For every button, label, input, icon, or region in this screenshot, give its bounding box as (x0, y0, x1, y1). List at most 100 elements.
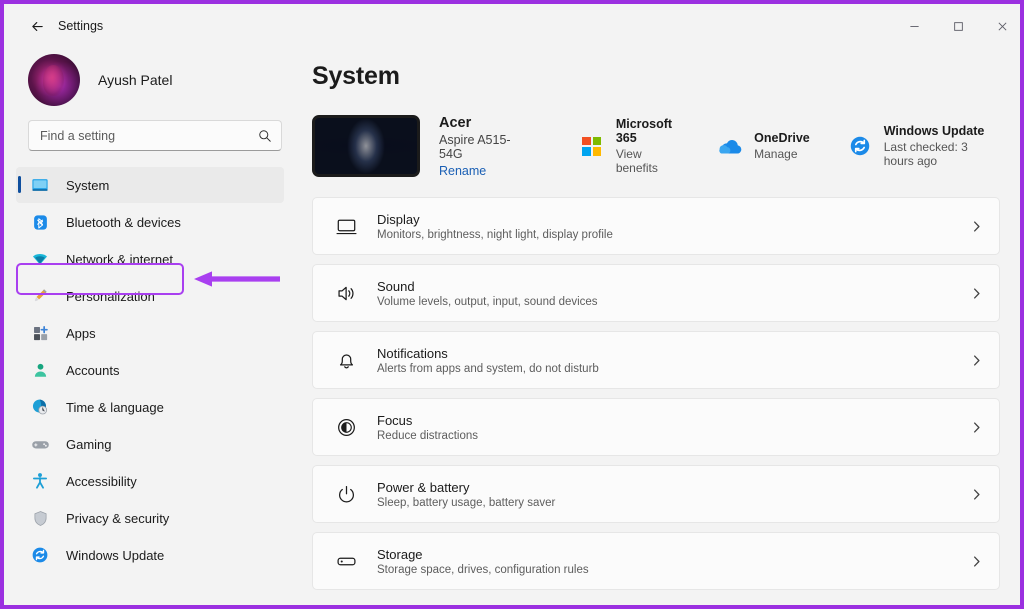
device-meta: Acer Aspire A515-54G Rename (439, 115, 526, 178)
sidebar-item-label: Windows Update (66, 547, 165, 563)
sidebar-item-accounts[interactable]: Accounts (16, 352, 284, 388)
back-button[interactable] (20, 11, 54, 41)
sidebar-item-time-language[interactable]: Time & language (16, 389, 284, 425)
settings-card-power-battery[interactable]: Power & battery Sleep, battery usage, ba… (312, 465, 1000, 523)
card-title: Focus (377, 412, 413, 428)
shield-icon (28, 508, 52, 528)
sidebar-item-gaming[interactable]: Gaming (16, 426, 284, 462)
settings-window: Settings Ayush Patel Find a setting Syst… (8, 8, 1020, 605)
chevron-right-icon (970, 354, 983, 367)
sidebar-item-label: Time & language (66, 399, 164, 415)
chevron-right-icon (970, 287, 983, 300)
accessibility-icon (28, 471, 52, 491)
quick-links: Microsoft 365 View benefits OneDrive Man… (578, 117, 1000, 175)
maximize-icon (953, 21, 963, 31)
profile-section[interactable]: Ayush Patel (8, 44, 298, 120)
sidebar-item-label: Accessibility (66, 473, 137, 489)
close-icon (998, 22, 1006, 30)
settings-card-storage[interactable]: Storage Storage space, drives, configura… (312, 532, 1000, 590)
quick-link-title: OneDrive (754, 131, 810, 145)
search-icon (258, 129, 272, 143)
apps-icon (28, 323, 52, 343)
sidebar-item-label: Apps (66, 325, 96, 341)
close-button[interactable] (980, 8, 1020, 44)
quick-link-subtitle: Last checked: 3 hours ago (883, 140, 968, 168)
clock-globe-icon (28, 397, 52, 417)
window-body: Ayush Patel Find a setting System Blueto… (8, 44, 1020, 605)
main-panel: System Acer Aspire A515-54G Rename Micro… (298, 44, 1020, 605)
sidebar-item-label: Privacy & security (66, 510, 170, 526)
device-model: Aspire A515-54G (439, 132, 511, 161)
power-icon (331, 484, 361, 505)
quick-link-subtitle: View benefits (615, 147, 658, 175)
monitor-icon (28, 175, 52, 195)
screenshot-frame: Settings Ayush Patel Find a setting Syst… (0, 0, 1024, 609)
focus-moon-icon (331, 417, 361, 438)
card-title: Display (377, 211, 420, 227)
device-name: Acer (439, 114, 472, 131)
update-refresh-icon (846, 132, 874, 160)
paintbrush-icon (28, 286, 52, 306)
window-title: Settings (58, 19, 104, 33)
card-title: Storage (377, 546, 423, 562)
card-subtitle: Storage space, drives, configuration rul… (377, 563, 589, 576)
card-title: Sound (377, 278, 415, 294)
device-summary: Acer Aspire A515-54G Rename Microsoft 36… (312, 113, 1000, 179)
sidebar-item-network-internet[interactable]: Network & internet (16, 241, 284, 277)
card-subtitle: Alerts from apps and system, do not dist… (377, 362, 599, 375)
sidebar-nav: System Bluetooth & devices Network & int… (8, 167, 298, 574)
rename-link[interactable]: Rename (439, 164, 526, 178)
storage-drive-icon (331, 551, 361, 572)
page-title: System (312, 62, 400, 90)
speaker-icon (331, 283, 361, 304)
back-arrow-icon (31, 21, 43, 31)
settings-card-notifications[interactable]: Notifications Alerts from apps and syste… (312, 331, 1000, 389)
card-title: Power & battery (377, 479, 470, 495)
sidebar-item-label: Personalization (66, 288, 155, 304)
sidebar-item-privacy-security[interactable]: Privacy & security (16, 500, 284, 536)
sidebar-item-apps[interactable]: Apps (16, 315, 284, 351)
profile-name: Ayush Patel (98, 72, 173, 88)
search-placeholder: Find a setting (40, 128, 116, 143)
monitor-icon (331, 216, 361, 237)
wifi-icon (28, 249, 52, 269)
sidebar-item-label: Gaming (66, 436, 112, 452)
card-subtitle: Monitors, brightness, night light, displ… (377, 228, 613, 241)
sidebar-item-windows-update[interactable]: Windows Update (16, 537, 284, 573)
quick-link-windows-update[interactable]: Windows Update Last checked: 3 hours ago (846, 124, 1000, 168)
person-icon (28, 360, 52, 380)
settings-card-sound[interactable]: Sound Volume levels, output, input, soun… (312, 264, 1000, 322)
settings-card-focus[interactable]: Focus Reduce distractions (312, 398, 1000, 456)
bluetooth-icon (28, 212, 52, 232)
search-section: Find a setting (8, 120, 298, 151)
minimize-icon (909, 25, 919, 27)
search-input[interactable]: Find a setting (28, 120, 282, 151)
quick-link-onedrive[interactable]: OneDrive Manage (716, 131, 810, 161)
bell-icon (331, 350, 361, 371)
quick-link-microsoft-365[interactable]: Microsoft 365 View benefits (578, 117, 680, 175)
sidebar-item-bluetooth-devices[interactable]: Bluetooth & devices (16, 204, 284, 240)
chevron-right-icon (970, 220, 983, 233)
settings-card-display[interactable]: Display Monitors, brightness, night ligh… (312, 197, 1000, 255)
quick-link-title: Microsoft 365 (615, 117, 673, 145)
sidebar-item-label: Network & internet (66, 251, 173, 267)
card-subtitle: Sleep, battery usage, battery saver (377, 496, 556, 509)
sidebar-item-accessibility[interactable]: Accessibility (16, 463, 284, 499)
card-subtitle: Volume levels, output, input, sound devi… (377, 295, 598, 308)
update-refresh-icon (28, 545, 52, 565)
sidebar-item-system[interactable]: System (16, 167, 284, 203)
sidebar-item-label: System (66, 177, 110, 193)
quick-link-subtitle: Manage (754, 147, 798, 161)
laptop-wallpaper-thumbnail (312, 115, 420, 177)
chevron-right-icon (970, 421, 983, 434)
microsoft-logo-icon (578, 132, 606, 160)
sidebar-item-label: Accounts (66, 362, 120, 378)
avatar (28, 54, 80, 106)
minimize-button[interactable] (892, 8, 936, 44)
onedrive-cloud-icon (716, 132, 744, 160)
sidebar-item-label: Bluetooth & devices (66, 214, 181, 230)
sidebar-item-personalization[interactable]: Personalization (16, 278, 284, 314)
chevron-right-icon (970, 488, 983, 501)
gamepad-icon (28, 434, 52, 454)
maximize-button[interactable] (936, 8, 980, 44)
